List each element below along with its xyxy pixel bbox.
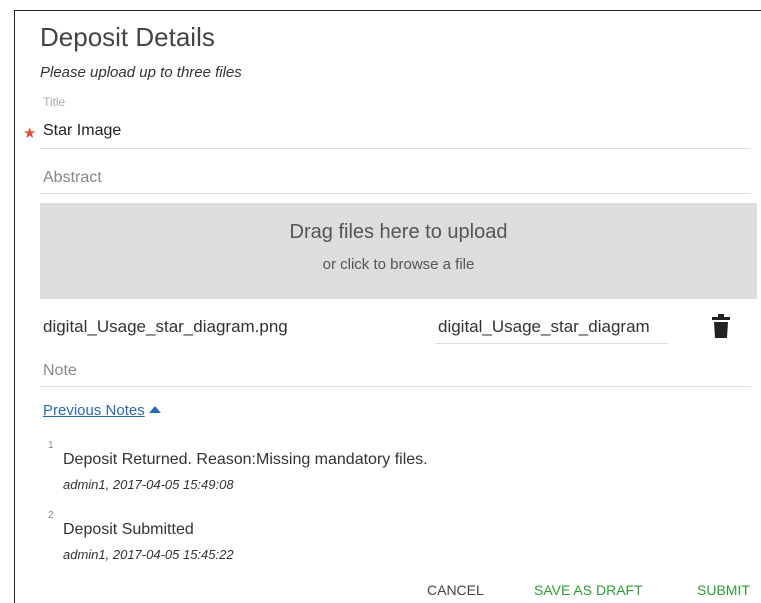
title-input[interactable]: Star Image: [43, 122, 121, 140]
note-number: 1: [48, 440, 54, 451]
note-placeholder: Note: [43, 362, 77, 379]
submit-button[interactable]: SUBMIT: [697, 582, 750, 598]
file-label-input[interactable]: [435, 311, 668, 344]
previous-notes-toggle[interactable]: Previous Notes: [43, 402, 161, 419]
note-number: 2: [48, 510, 54, 521]
page-title: Deposit Details: [40, 22, 215, 52]
note-field[interactable]: Note: [40, 355, 751, 387]
cancel-button[interactable]: CANCEL: [427, 582, 484, 598]
title-field-label: Title: [43, 95, 66, 109]
note-text: Deposit Returned. Reason:Missing mandato…: [63, 451, 428, 468]
abstract-field[interactable]: Abstract: [40, 160, 751, 194]
required-star-icon: ★: [23, 125, 37, 142]
uploaded-file-name: digital_Usage_star_diagram.png: [43, 317, 288, 336]
note-meta: admin1, 2017-04-05 15:49:08: [63, 477, 234, 492]
dropzone-main-text: Drag files here to upload: [289, 221, 508, 243]
caret-up-icon: [148, 406, 161, 413]
panel-border-left: [14, 10, 15, 603]
note-text: Deposit Submitted: [63, 521, 194, 538]
trash-icon[interactable]: [712, 314, 730, 338]
panel-border-top: [14, 10, 761, 11]
dropzone-browse-text: or click to browse a file: [322, 256, 475, 273]
title-input-underline: [40, 148, 751, 149]
file-dropzone[interactable]: Drag files here to upload or click to br…: [40, 203, 757, 299]
save-draft-button[interactable]: SAVE AS DRAFT: [534, 582, 643, 598]
abstract-placeholder: Abstract: [43, 169, 102, 186]
page-subtitle: Please upload up to three files: [40, 64, 242, 81]
previous-notes-label: Previous Notes: [43, 402, 145, 419]
note-meta: admin1, 2017-04-05 15:45:22: [63, 547, 234, 562]
